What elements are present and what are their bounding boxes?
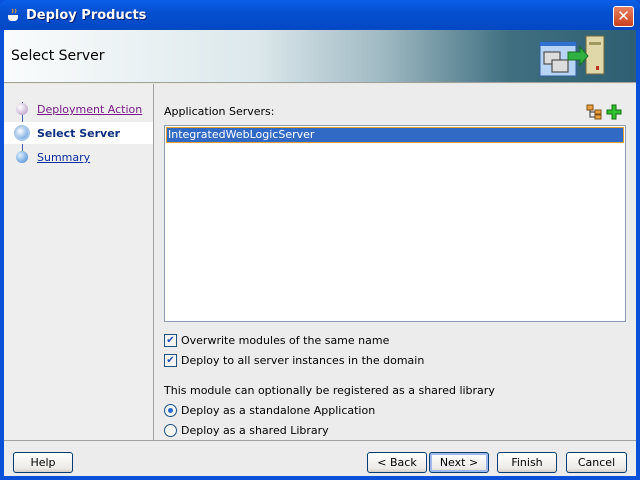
step-select-server[interactable]: Select Server: [4, 122, 153, 144]
radio-unselected-icon: [164, 424, 177, 437]
radio-label: Deploy as a standalone Application: [181, 404, 376, 417]
wizard-header: Select Server: [4, 30, 636, 83]
step-label: Deployment Action: [37, 103, 143, 116]
cancel-button[interactable]: Cancel: [566, 452, 627, 473]
application-servers-label: Application Servers:: [164, 105, 275, 118]
deploy-to-server-icon: [539, 35, 605, 77]
shared-library-note: This module can optionally be registered…: [164, 384, 495, 397]
step-visited-icon: [16, 103, 28, 115]
page-title: Select Server: [11, 48, 105, 64]
help-button[interactable]: Help: [13, 452, 73, 473]
close-icon: ✕: [617, 7, 630, 25]
java-cup-icon: [8, 8, 18, 22]
step-current-icon: [16, 127, 28, 139]
main-panel: Application Servers: IntegratedWebLogicS…: [154, 84, 636, 440]
radio-selected-icon: [164, 404, 177, 417]
step-pending-icon: [16, 151, 28, 163]
next-button[interactable]: Next >: [429, 452, 489, 473]
wizard-steps-panel: Deployment Action Select Server Summary: [4, 84, 154, 440]
list-item[interactable]: IntegratedWebLogicServer: [166, 127, 624, 143]
step-label: Summary: [37, 151, 91, 164]
checkmark-icon: ✔: [164, 354, 177, 367]
title-bar: Deploy Products ✕: [0, 0, 640, 30]
add-plus-icon[interactable]: [606, 104, 622, 120]
checkbox-label: Overwrite modules of the same name: [181, 334, 390, 347]
back-button[interactable]: < Back: [367, 452, 427, 473]
close-button[interactable]: ✕: [613, 6, 634, 27]
checkbox-label: Deploy to all server instances in the do…: [181, 354, 425, 367]
step-summary[interactable]: Summary: [4, 146, 153, 168]
step-deployment-action[interactable]: Deployment Action: [4, 98, 153, 120]
radio-label: Deploy as a shared Library: [181, 424, 329, 437]
finish-button[interactable]: Finish: [497, 452, 557, 473]
checkmark-icon: ✔: [164, 334, 177, 347]
dialog-client: Select Server Deployment Action Select S…: [4, 30, 636, 476]
window-title: Deploy Products: [26, 8, 147, 23]
button-bar: Help < Back Next > Finish Cancel: [4, 440, 636, 476]
application-servers-list[interactable]: IntegratedWebLogicServer: [164, 125, 626, 322]
step-label: Select Server: [37, 127, 121, 140]
server-tree-icon[interactable]: [586, 104, 602, 120]
